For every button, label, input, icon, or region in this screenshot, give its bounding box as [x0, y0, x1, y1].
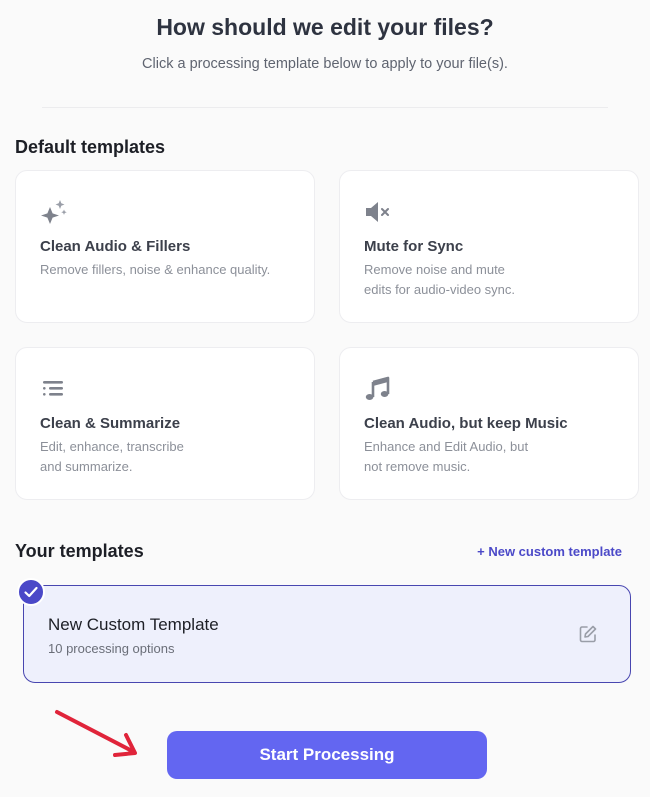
- template-title: Clean Audio, but keep Music: [364, 415, 568, 432]
- selected-check-icon: [17, 578, 45, 606]
- page-title: How should we edit your files?: [156, 14, 494, 40]
- list-icon: [43, 381, 63, 396]
- custom-template-subtitle: 10 processing options: [48, 641, 175, 656]
- sparkles-icon: [41, 200, 67, 224]
- default-templates-heading: Default templates: [15, 137, 166, 157]
- your-templates-heading: Your templates: [15, 541, 144, 561]
- edit-icon[interactable]: [578, 624, 598, 644]
- template-description: Edit, enhance, transcribe and summarize.: [40, 439, 184, 474]
- template-title: Mute for Sync: [364, 238, 464, 255]
- annotation-arrow-icon: [55, 710, 137, 757]
- speaker-mute-icon: [366, 202, 389, 222]
- template-card-mute-for-sync[interactable]: Mute for Sync Remove noise and mute edit…: [339, 170, 639, 323]
- template-title: Clean Audio & Fillers: [40, 238, 191, 255]
- template-card-clean-summarize[interactable]: Clean & Summarize Edit, enhance, transcr…: [15, 347, 315, 500]
- template-description: Enhance and Edit Audio, but not remove m…: [364, 439, 529, 474]
- template-description: Remove noise and mute edits for audio-vi…: [364, 262, 516, 297]
- page-subtitle: Click a processing template below to app…: [142, 56, 508, 72]
- custom-template-title: New Custom Template: [48, 615, 219, 634]
- new-custom-template-link[interactable]: + New custom template: [477, 544, 622, 559]
- template-description: Remove fillers, noise & enhance quality.: [40, 262, 271, 277]
- template-card-clean-audio-fillers[interactable]: Clean Audio & Fillers Remove fillers, no…: [15, 170, 315, 323]
- music-note-icon: [365, 376, 390, 400]
- header-divider: [42, 107, 608, 108]
- template-title: Clean & Summarize: [40, 415, 181, 432]
- start-processing-button[interactable]: Start Processing: [167, 731, 487, 779]
- custom-template-card[interactable]: New Custom Template 10 processing option…: [23, 585, 631, 683]
- template-card-keep-music[interactable]: Clean Audio, but keep Music Enhance and …: [339, 347, 639, 500]
